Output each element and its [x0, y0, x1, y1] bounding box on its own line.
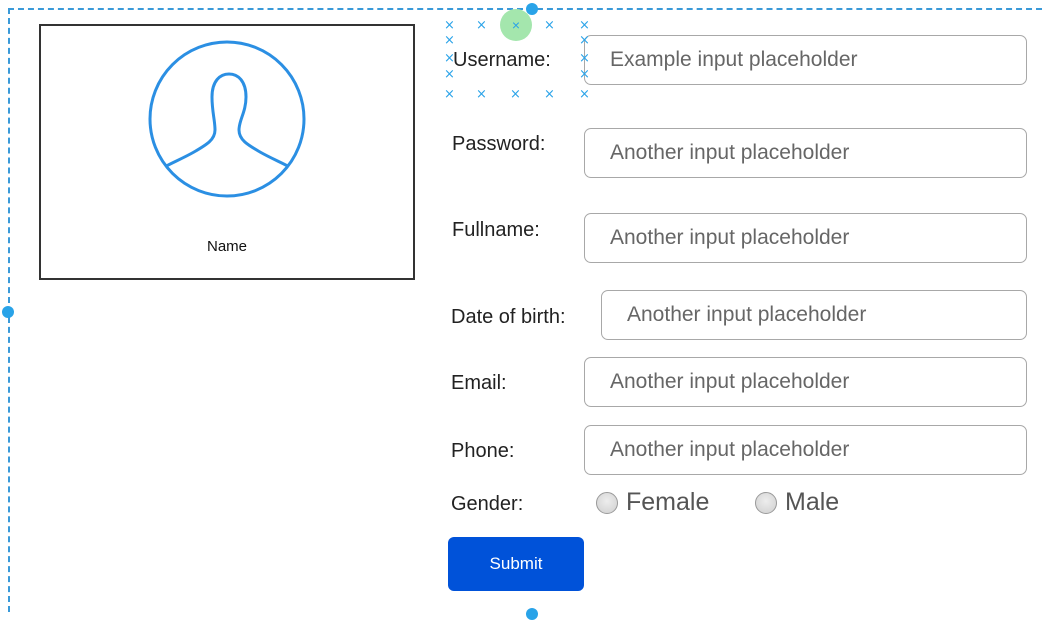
fullname-label: Fullname:	[452, 219, 540, 241]
selection-marker-icon: ×	[544, 18, 555, 33]
user-avatar-icon	[148, 40, 306, 198]
phone-label: Phone:	[451, 440, 515, 462]
selection-handle-bottom[interactable]	[526, 608, 538, 620]
selection-marker-icon: ×	[579, 51, 590, 66]
selection-marker-icon: ×	[444, 18, 455, 33]
gender-female-radio[interactable]: Female	[596, 488, 709, 517]
gender-male-label: Male	[785, 488, 840, 516]
selection-marker-icon: ×	[579, 33, 590, 48]
selection-marker-icon: ×	[510, 87, 521, 102]
selection-marker-icon: ×	[444, 51, 455, 66]
profile-card: Name	[39, 24, 415, 280]
rotate-handle-icon[interactable]: ×	[500, 9, 532, 41]
gender-male-radio[interactable]: Male	[755, 488, 839, 517]
selection-marker-icon: ×	[476, 87, 487, 102]
gender-label: Gender:	[451, 493, 524, 515]
selection-marker-icon: ×	[544, 87, 555, 102]
profile-name-label: Name	[206, 238, 247, 255]
selection-marker-icon: ×	[579, 18, 590, 33]
selection-marker-icon: ×	[579, 67, 590, 82]
selection-handle-top[interactable]	[526, 3, 538, 15]
date-of-birth-input[interactable]	[601, 290, 1027, 340]
submit-button[interactable]: Submit	[448, 537, 584, 591]
date-of-birth-label: Date of birth:	[451, 306, 566, 328]
username-label: Username:	[453, 49, 551, 71]
selection-marker-icon: ×	[444, 87, 455, 102]
gender-female-label: Female	[626, 488, 710, 516]
selection-marker-icon: ×	[579, 87, 590, 102]
phone-input[interactable]	[584, 425, 1027, 475]
selection-marker-icon: ×	[444, 33, 455, 48]
fullname-input[interactable]	[584, 213, 1027, 263]
email-input[interactable]	[584, 357, 1027, 407]
selection-handle-left[interactable]	[2, 306, 14, 318]
radio-circle-icon[interactable]	[755, 491, 777, 514]
password-label: Password:	[452, 133, 546, 155]
email-label: Email:	[451, 372, 507, 394]
selection-marker-icon: ×	[444, 67, 455, 82]
selection-marker-icon: ×	[476, 18, 487, 33]
username-input[interactable]	[584, 35, 1027, 85]
radio-circle-icon[interactable]	[596, 491, 618, 514]
password-input[interactable]	[584, 128, 1027, 178]
